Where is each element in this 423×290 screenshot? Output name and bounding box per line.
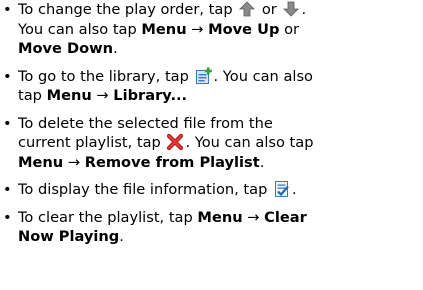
library-add-icon — [195, 67, 213, 85]
bullet: • — [3, 1, 12, 18]
list-item-file-info: • To display the file information, tap . — [3, 180, 297, 198]
list-item-clear: • To clear the playlist, tap Menu → Clea… — [3, 208, 307, 246]
list-item-delete: • To delete the selected file from the c… — [3, 114, 314, 171]
instruction-list: • To change the play order, tap or . You… — [0, 0, 423, 247]
bullet: • — [3, 208, 12, 226]
bullet: • — [3, 67, 12, 85]
bullet: • — [3, 181, 12, 198]
move-up-arrow-icon — [238, 0, 256, 18]
remove-red-x-icon — [166, 133, 184, 151]
bullet: • — [3, 114, 12, 132]
list-item-play-order: • To change the play order, tap or . You… — [3, 0, 307, 57]
file-info-icon — [273, 180, 291, 198]
move-down-arrow-icon — [282, 0, 300, 18]
list-item-library: • To go to the library, tap . You can al… — [3, 67, 313, 104]
